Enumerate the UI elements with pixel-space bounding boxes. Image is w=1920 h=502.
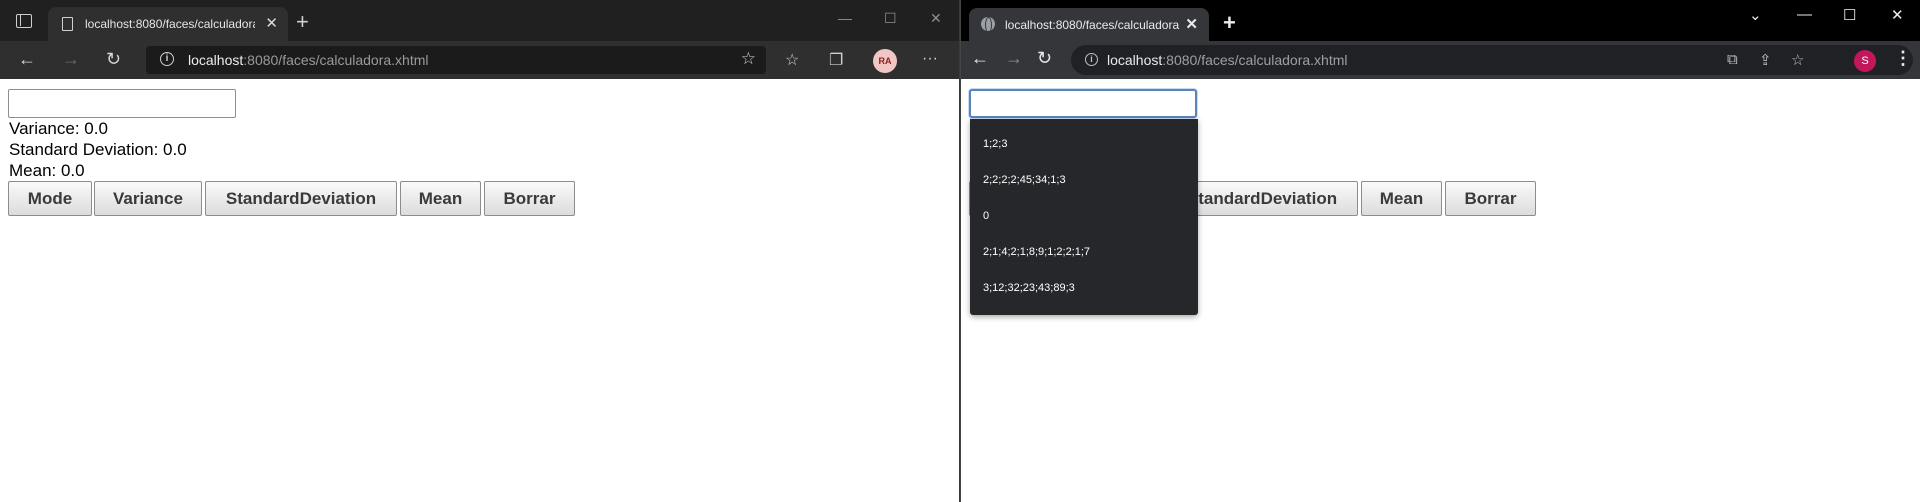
document-icon (62, 17, 73, 31)
mean-result: Mean: 0.0 (9, 161, 85, 180)
avatar[interactable]: S (1854, 50, 1876, 72)
bookmark-star-icon[interactable]: ☆ (1791, 51, 1804, 69)
borrar-button[interactable]: Borrar (484, 181, 575, 216)
autocomplete-dropdown: 1;2;3 2;2;2;2;45;34;1;3 0 2;1;4;2;1;8;9;… (970, 119, 1198, 315)
autocomplete-option[interactable]: 2;1;4;2;1;8;9;1;2;2;1;7 (983, 246, 1090, 258)
variance-result: Variance: 0.0 (9, 119, 108, 138)
edge-url: localhost:8080/faces/calculadora.xhtml (188, 52, 429, 68)
more-icon[interactable]: ··· (922, 50, 938, 68)
add-favorite-icon[interactable]: ☆ (741, 49, 756, 69)
back-icon[interactable]: ← (18, 49, 36, 70)
info-icon[interactable]: i (160, 52, 174, 66)
avatar[interactable]: RA (873, 49, 897, 73)
autocomplete-option[interactable]: 1;2;3 (983, 138, 1007, 150)
close-window-icon[interactable]: ✕ (1891, 6, 1904, 24)
new-tab-icon[interactable]: + (296, 9, 309, 35)
translate-icon[interactable]: ⧉ (1727, 51, 1738, 68)
edge-page-content: Variance: 0.0 Standard Deviation: 0.0 Me… (0, 79, 959, 502)
close-tab-icon[interactable]: ✕ (265, 14, 278, 32)
mean-button[interactable]: Mean (400, 181, 481, 216)
borrar-button[interactable]: Borrar (1445, 181, 1536, 216)
maximize-icon[interactable]: ☐ (1843, 6, 1856, 24)
chrome-address-bar[interactable]: i localhost:8080/faces/calculadora.xhtml… (1071, 45, 1913, 75)
refresh-icon[interactable]: ↻ (1037, 48, 1052, 69)
numbers-input[interactable] (8, 89, 236, 118)
edge-browser-window: localhost:8080/faces/calculadora.xhtml ✕… (0, 0, 960, 502)
chrome-tab-title: localhost:8080/faces/calculadora.xhtml (1005, 18, 1180, 32)
minimize-icon[interactable]: — (838, 10, 852, 26)
favorites-icon[interactable]: ☆ (785, 50, 799, 70)
minimize-icon[interactable]: — (1797, 6, 1812, 23)
chrome-active-tab[interactable]: localhost:8080/faces/calculadora.xhtml ✕ (969, 8, 1209, 41)
maximize-icon[interactable]: ☐ (884, 10, 897, 27)
std-dev-result: Standard Deviation: 0.0 (9, 140, 187, 159)
collections-icon[interactable]: ❐ (829, 50, 843, 70)
kebab-menu-icon[interactable]: ⋮ (1894, 48, 1912, 69)
close-tab-icon[interactable]: ✕ (1185, 15, 1198, 33)
globe-icon (981, 17, 995, 33)
forward-icon[interactable]: → (1005, 48, 1023, 69)
autocomplete-option[interactable]: 0 (983, 210, 989, 222)
close-window-icon[interactable]: ✕ (930, 10, 942, 27)
refresh-icon[interactable]: ↻ (106, 49, 121, 70)
chrome-page-content: Variance: 0.0 Standard Deviation: 0.0 Me… (961, 79, 1920, 502)
new-tab-icon[interactable]: + (1223, 10, 1236, 36)
info-icon[interactable]: i (1085, 53, 1098, 66)
back-icon[interactable]: ← (971, 48, 989, 69)
tab-search-chevron-down-icon[interactable]: ⌄ (1749, 6, 1762, 24)
edge-address-bar[interactable]: i localhost:8080/faces/calculadora.xhtml… (146, 46, 766, 74)
standard-deviation-button[interactable]: StandardDeviation (205, 181, 397, 216)
mean-button[interactable]: Mean (1361, 181, 1442, 216)
edge-tab-strip: localhost:8080/faces/calculadora.xhtml ✕… (0, 0, 959, 41)
share-icon[interactable]: ⇪ (1759, 51, 1772, 69)
edge-active-tab[interactable]: localhost:8080/faces/calculadora.xhtml ✕ (48, 7, 288, 41)
chrome-url: localhost:8080/faces/calculadora.xhtml (1107, 52, 1348, 68)
numbers-input[interactable] (969, 89, 1197, 118)
edge-tab-title: localhost:8080/faces/calculadora.xhtml (85, 17, 255, 31)
edge-toolbar: ← → ↻ i localhost:8080/faces/calculadora… (0, 41, 959, 79)
mode-button[interactable]: Mode (8, 181, 92, 216)
autocomplete-option[interactable]: 3;12;32;23;43;89;3 (983, 282, 1075, 294)
chrome-toolbar: ← → ↻ i localhost:8080/faces/calculadora… (961, 41, 1920, 79)
forward-icon[interactable]: → (62, 49, 80, 70)
autocomplete-option[interactable]: 2;2;2;2;45;34;1;3 (983, 174, 1066, 186)
tab-actions-icon[interactable] (16, 14, 32, 28)
variance-button[interactable]: Variance (94, 181, 202, 216)
chrome-browser-window: localhost:8080/faces/calculadora.xhtml ✕… (960, 0, 1920, 502)
